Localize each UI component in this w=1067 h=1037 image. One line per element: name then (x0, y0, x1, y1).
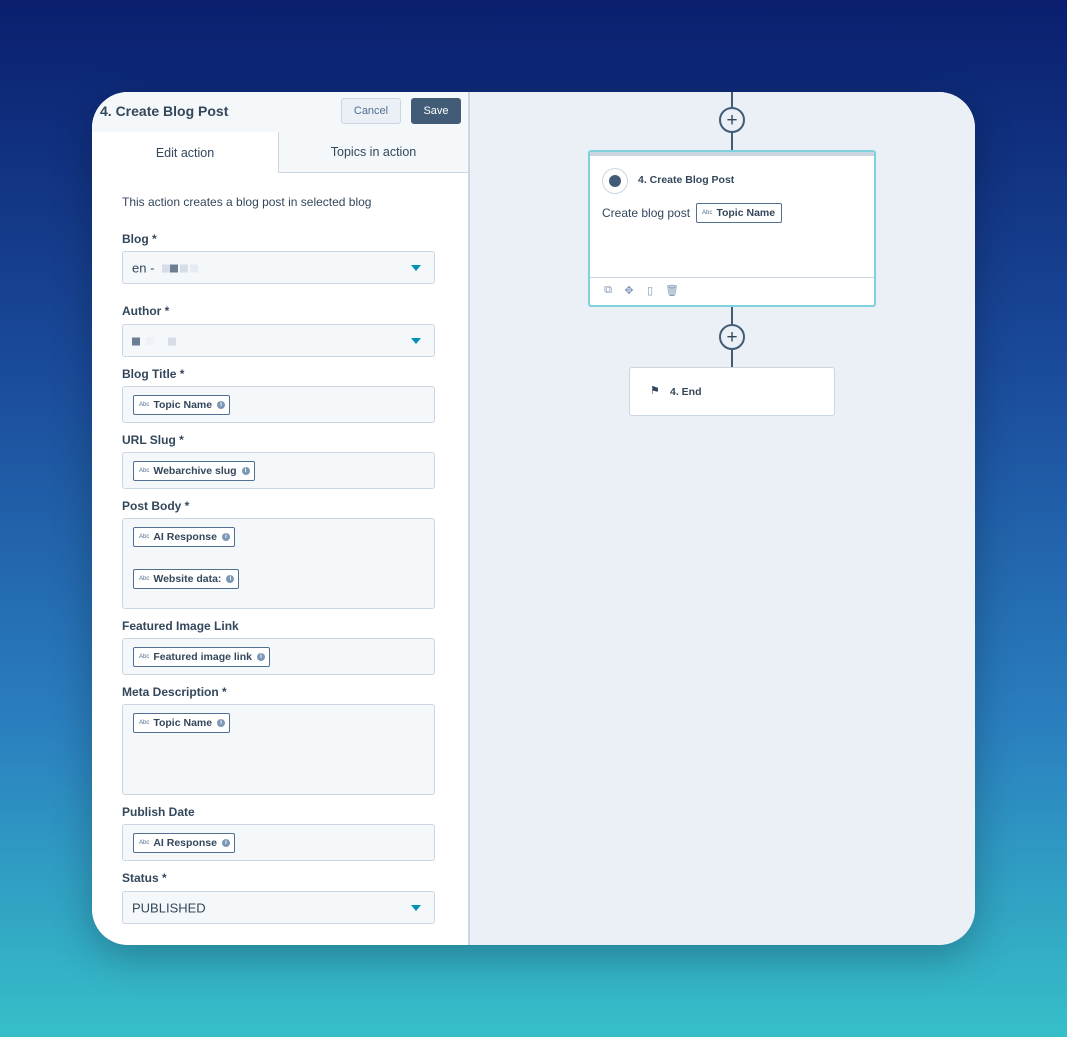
info-icon: i (241, 467, 250, 475)
info-icon: i (226, 575, 235, 583)
publish-date-label: Publish Date (122, 805, 195, 819)
author-select-value (132, 333, 176, 348)
author-label: Author * (122, 304, 170, 318)
chevron-down-icon (411, 264, 421, 271)
url-slug-field[interactable]: Abc Webarchive slug i (122, 452, 435, 489)
end-node[interactable]: ⚑ 4. End (629, 367, 835, 416)
panel-title: 4. Create Blog Post (100, 103, 229, 119)
featured-image-label: Featured Image Link (122, 619, 239, 633)
end-node-label: 4. End (670, 386, 702, 398)
status-label: Status * (122, 871, 167, 885)
connector-line (731, 307, 733, 324)
url-slug-label: URL Slug * (122, 433, 184, 447)
blog-label: Blog * (122, 232, 157, 246)
blog-title-label: Blog Title * (122, 367, 185, 381)
move-icon[interactable]: ✥ (623, 284, 635, 297)
info-icon: i (217, 401, 226, 409)
save-button[interactable]: Save (411, 98, 461, 124)
connector-line (731, 350, 733, 367)
author-select[interactable] (122, 324, 435, 357)
chevron-down-icon (411, 904, 421, 911)
post-body-label: Post Body * (122, 499, 190, 513)
connector-line (731, 92, 733, 107)
node-toolbar: ⧉ ✥ ▯ 🗑 (602, 284, 679, 297)
action-node-create-blog-post[interactable]: 4. Create Blog Post Create blog post Abc… (588, 150, 876, 307)
action-node-title: 4. Create Blog Post (638, 174, 735, 186)
connector-line (731, 133, 733, 150)
info-icon: i (221, 839, 230, 847)
blog-title-field[interactable]: Abc Topic Name i (122, 386, 435, 423)
action-description: This action creates a blog post in selec… (122, 195, 372, 209)
tab-topics-in-action[interactable]: Topics in action (279, 132, 468, 173)
flag-icon: ⚑ (650, 385, 660, 397)
personalization-token[interactable]: Abc AI Response i (133, 833, 235, 853)
personalization-token[interactable]: Abc Topic Name i (133, 395, 231, 415)
personalization-token[interactable]: Abc AI Response i (133, 527, 235, 547)
clipboard-icon[interactable]: ▯ (644, 284, 656, 297)
status-select[interactable]: PUBLISHED (122, 891, 435, 924)
add-step-button[interactable]: + (719, 107, 745, 133)
meta-description-field[interactable]: Abc Topic Name i (122, 704, 435, 795)
personalization-token[interactable]: Abc Webarchive slug i (133, 461, 255, 481)
post-body-field[interactable]: Abc AI Response i Abc Website data: i (122, 518, 435, 609)
personalization-token[interactable]: Abc Website data: i (133, 569, 240, 589)
info-icon: i (221, 533, 230, 541)
panel-header: 4. Create Blog Post Cancel Save (92, 92, 468, 133)
meta-description-label: Meta Description * (122, 685, 227, 699)
copy-icon[interactable]: ⧉ (602, 284, 614, 297)
chevron-down-icon (411, 337, 421, 344)
publish-date-field[interactable]: Abc AI Response i (122, 824, 435, 861)
workflow-canvas: + 4. Create Blog Post Create blog post A… (470, 92, 975, 945)
workflow-editor-card: 4. Create Blog Post Cancel Save Edit act… (92, 92, 975, 945)
personalization-token[interactable]: Abc Featured image link i (133, 647, 270, 667)
blog-icon (602, 168, 628, 194)
add-step-button[interactable]: + (719, 324, 745, 350)
blog-select[interactable]: en - (122, 251, 435, 284)
featured-image-field[interactable]: Abc Featured image link i (122, 638, 435, 675)
action-panel: 4. Create Blog Post Cancel Save Edit act… (92, 92, 468, 945)
personalization-token[interactable]: Abc Topic Name i (133, 713, 231, 733)
personalization-token: Abc Topic Name (696, 203, 783, 223)
blog-select-value: en - (132, 260, 199, 275)
trash-icon[interactable]: 🗑 (665, 284, 679, 297)
action-node-text: Create blog post (602, 206, 691, 220)
info-icon: i (256, 653, 265, 661)
tab-edit-action[interactable]: Edit action (92, 132, 279, 173)
status-select-value: PUBLISHED (132, 900, 206, 915)
panel-tabs: Edit action Topics in action (92, 132, 468, 173)
info-icon: i (217, 719, 226, 727)
cancel-button[interactable]: Cancel (341, 98, 401, 124)
